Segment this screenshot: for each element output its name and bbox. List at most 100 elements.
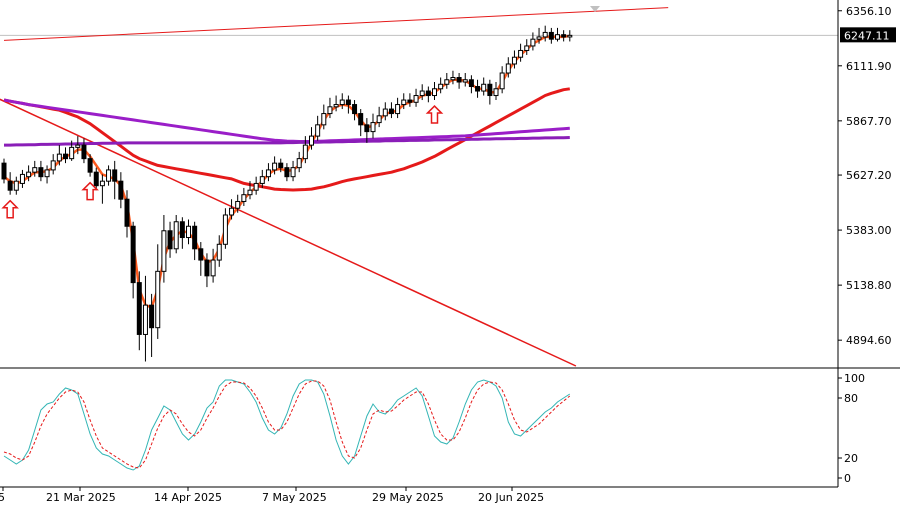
up-arrow-icon <box>425 104 444 124</box>
candle[interactable] <box>518 43 524 62</box>
candle-body <box>438 83 444 90</box>
candle[interactable] <box>161 214 167 283</box>
candle[interactable] <box>118 172 124 209</box>
candle[interactable] <box>481 77 487 96</box>
price-chart[interactable] <box>0 6 669 367</box>
candle[interactable] <box>106 165 112 186</box>
price-tick-label: 5383.00 <box>846 224 892 237</box>
candle[interactable] <box>493 82 499 101</box>
candle[interactable] <box>186 219 191 245</box>
candle-body <box>136 282 142 335</box>
candle-body <box>222 214 228 245</box>
candle-body <box>542 31 548 38</box>
candle[interactable] <box>388 102 394 119</box>
candle[interactable] <box>155 244 161 339</box>
candle[interactable] <box>19 169 25 188</box>
candle[interactable] <box>555 27 560 42</box>
candle[interactable] <box>475 79 481 98</box>
time-tick-label: 14 Apr 2025 <box>154 491 222 504</box>
candle-body <box>259 176 265 184</box>
candle[interactable] <box>192 221 198 261</box>
candle[interactable] <box>462 72 468 87</box>
candle-body <box>481 83 487 92</box>
candle[interactable] <box>198 242 204 276</box>
candle[interactable] <box>284 163 290 182</box>
candle[interactable] <box>290 160 296 182</box>
candle-body <box>44 169 50 178</box>
price-tick-label: 6356.10 <box>846 5 892 18</box>
candle[interactable] <box>315 115 321 141</box>
candle[interactable] <box>548 27 554 44</box>
price-tick-label: 5867.70 <box>846 115 892 128</box>
candle[interactable] <box>567 30 573 42</box>
candle-body <box>69 146 75 160</box>
candle[interactable] <box>487 79 493 105</box>
candle[interactable] <box>561 30 567 42</box>
ma_purple_1-line <box>3 98 570 143</box>
time-tick-label: 21 Mar 2025 <box>46 491 116 504</box>
candle[interactable] <box>376 106 382 128</box>
candle-body <box>50 160 56 171</box>
stochastic-panel[interactable] <box>3 379 571 471</box>
candle[interactable] <box>499 66 505 94</box>
candle-body <box>475 86 481 92</box>
candle-body <box>26 171 32 178</box>
candle-body <box>524 45 530 51</box>
candle[interactable] <box>425 86 431 103</box>
chart-root[interactable]: 6356.10 6111.90 5867.70 5627.20 5383.00 5138.… <box>0 0 900 513</box>
candle[interactable] <box>173 214 179 254</box>
candle[interactable] <box>112 160 118 200</box>
candle[interactable] <box>167 221 173 258</box>
candle-body <box>567 34 573 38</box>
candle[interactable] <box>413 88 419 107</box>
candle[interactable] <box>321 104 327 130</box>
candle[interactable] <box>352 100 358 121</box>
candle-body <box>7 180 13 191</box>
candle[interactable] <box>345 95 351 114</box>
candle-body <box>499 72 505 90</box>
candle[interactable] <box>179 217 185 249</box>
candle[interactable] <box>358 109 364 137</box>
candle[interactable] <box>407 93 413 107</box>
candle[interactable] <box>382 102 388 121</box>
candle[interactable] <box>339 93 345 110</box>
candle-body <box>247 189 253 196</box>
candle[interactable] <box>210 248 216 283</box>
price-tick-label: 5627.20 <box>846 169 892 182</box>
candle-body <box>149 304 155 329</box>
candle-body <box>241 194 247 202</box>
candle[interactable] <box>296 151 302 173</box>
candle[interactable] <box>468 75 474 94</box>
candle[interactable] <box>99 174 105 204</box>
candle[interactable] <box>524 39 530 55</box>
candle[interactable] <box>444 72 450 89</box>
candle[interactable] <box>450 70 456 85</box>
candle-body <box>13 180 19 191</box>
candle-body <box>278 162 284 169</box>
candle[interactable] <box>142 275 148 362</box>
candle[interactable] <box>438 77 444 94</box>
candle[interactable] <box>130 221 136 299</box>
candle[interactable] <box>1 158 7 184</box>
candle[interactable] <box>370 113 376 139</box>
candle[interactable] <box>136 271 142 351</box>
candle[interactable] <box>222 208 228 249</box>
candle[interactable] <box>395 97 401 119</box>
candle[interactable] <box>253 176 259 195</box>
candle[interactable] <box>38 160 44 182</box>
candle-body <box>370 122 376 133</box>
candle-body <box>413 95 419 103</box>
candle-body <box>204 259 210 277</box>
candle[interactable] <box>432 82 437 101</box>
candle[interactable] <box>50 154 56 175</box>
candle-body <box>1 162 7 180</box>
candle[interactable] <box>13 176 19 195</box>
candle[interactable] <box>63 147 68 164</box>
candle[interactable] <box>265 163 271 182</box>
candle[interactable] <box>81 138 87 164</box>
candle-body <box>511 56 517 65</box>
candle-body <box>173 221 179 250</box>
candle[interactable] <box>7 172 13 195</box>
candle[interactable] <box>456 72 462 89</box>
candle[interactable] <box>44 165 50 184</box>
